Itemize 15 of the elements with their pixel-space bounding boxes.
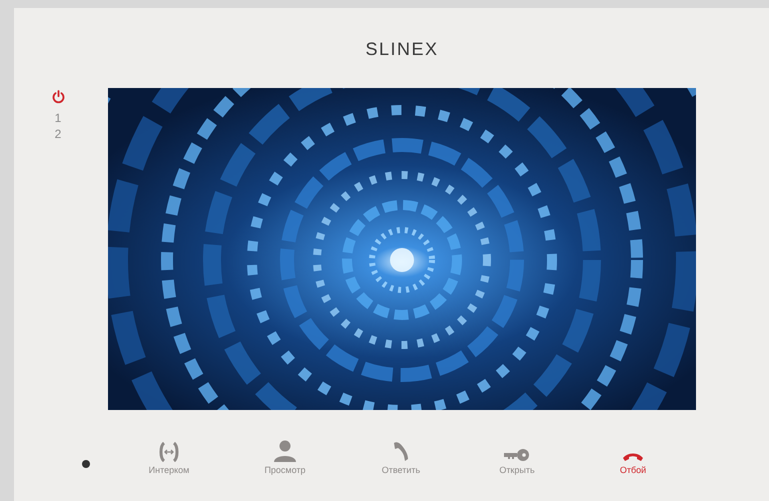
- view-button[interactable]: Просмотр: [227, 443, 343, 475]
- intercom-button[interactable]: Интерком: [111, 443, 227, 475]
- hang-up-button[interactable]: Отбой: [575, 443, 691, 475]
- open-button[interactable]: Открыть: [459, 443, 575, 475]
- hang-up-icon: [622, 452, 644, 462]
- channel-number[interactable]: 2: [54, 126, 62, 142]
- phone-handset-icon: [392, 440, 410, 462]
- power-icon[interactable]: [52, 90, 64, 104]
- channel-number[interactable]: 1: [54, 110, 62, 126]
- key-icon: [504, 448, 530, 462]
- indicator-dot: [82, 460, 90, 468]
- person-icon: [274, 440, 296, 462]
- brand-logo: SLINEX: [365, 39, 439, 59]
- intercom-icon: [158, 442, 180, 462]
- answer-button[interactable]: Ответить: [343, 443, 459, 475]
